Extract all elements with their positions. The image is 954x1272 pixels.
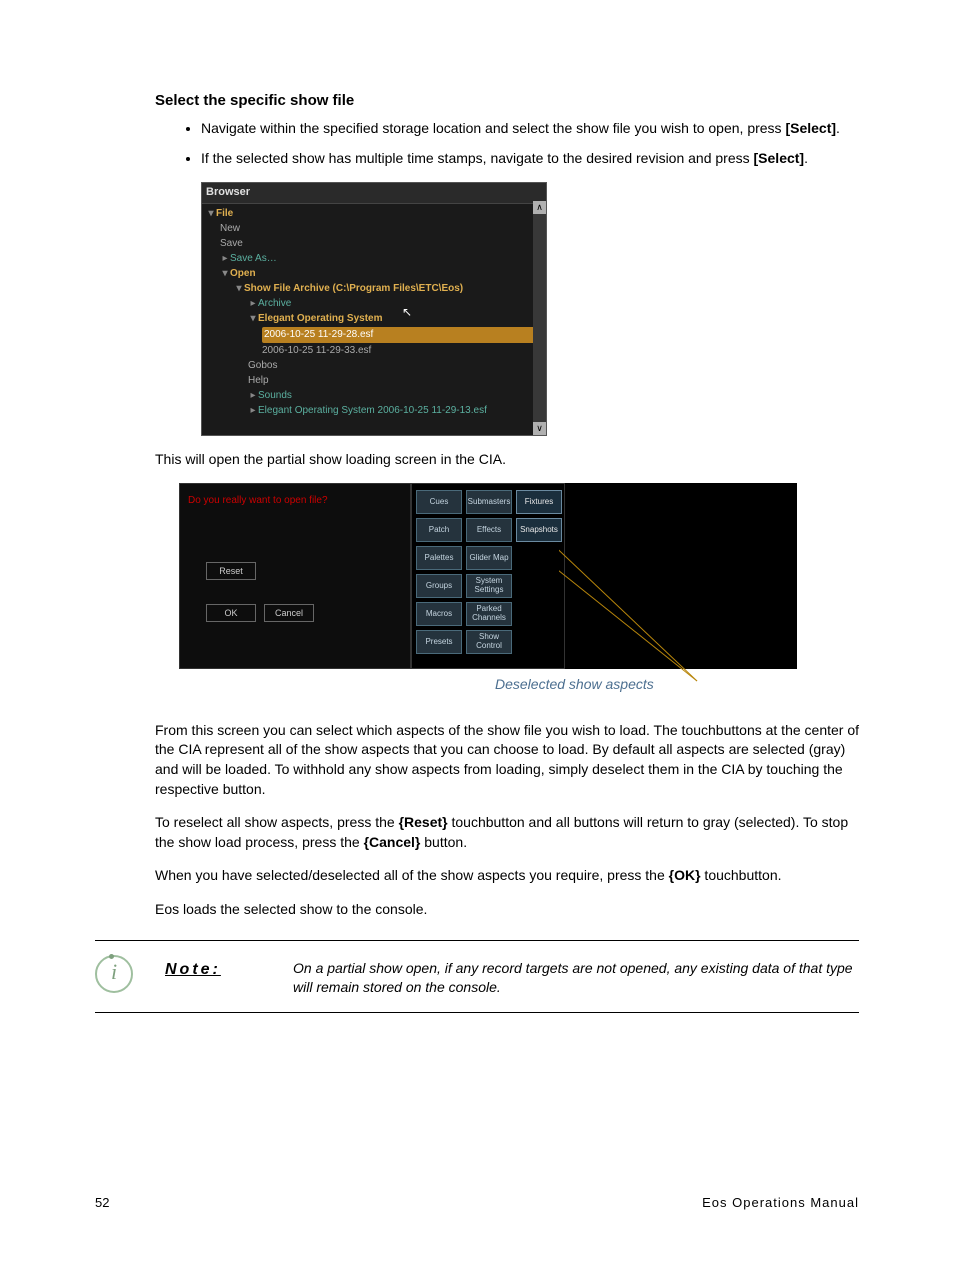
aspect-grid: CuesSubmastersFixtures PatchEffectsSnapsh… — [411, 483, 565, 669]
softkey-label: {Reset} — [399, 814, 448, 830]
instruction-item: Navigate within the specified storage lo… — [201, 119, 859, 139]
aspect-submasters[interactable]: Submasters — [466, 490, 512, 514]
aspect-glider-map[interactable]: Glider Map — [466, 546, 512, 570]
ok-button[interactable]: OK — [206, 604, 256, 622]
scroll-up-button[interactable]: ∧ — [533, 201, 546, 214]
aspect-patch[interactable]: Patch — [416, 518, 462, 542]
reset-button[interactable]: Reset — [206, 562, 256, 580]
paragraph: Eos loads the selected show to the conso… — [155, 900, 859, 920]
instruction-text: If the selected show has multiple time s… — [201, 150, 754, 166]
softkey-label: {Cancel} — [364, 834, 421, 850]
instruction-list: Navigate within the specified storage lo… — [155, 119, 859, 168]
figure-caption: Deselected show aspects — [495, 676, 654, 692]
instruction-text-post: . — [804, 150, 808, 166]
tree-archive[interactable]: ▸Archive — [206, 297, 542, 311]
softkey-label: {OK} — [669, 867, 701, 883]
footer-title: Eos Operations Manual — [702, 1194, 859, 1212]
key-label: [Select] — [754, 150, 805, 166]
scroll-down-button[interactable]: ∨ — [533, 422, 546, 435]
tree-help[interactable]: Help — [206, 374, 542, 388]
paragraph: When you have selected/deselected all of… — [155, 866, 859, 886]
browser-panel: Browser ▾File New Save ▸Save As… ▾Open ▾… — [201, 182, 547, 435]
instruction-item: If the selected show has multiple time s… — [201, 149, 859, 169]
tree-eos[interactable]: ▾Elegant Operating System — [206, 312, 542, 326]
cancel-button[interactable]: Cancel — [264, 604, 314, 622]
tree-file-selected[interactable]: 2006-10-25 11-29-28.esf ↖ — [206, 327, 542, 343]
tree-gobos[interactable]: Gobos — [206, 359, 542, 373]
aspect-snapshots[interactable]: Snapshots — [516, 518, 562, 542]
tree-new[interactable]: New — [206, 222, 542, 236]
scrollbar[interactable]: ∧ ∨ — [533, 201, 546, 434]
section-heading: Select the specific show file — [155, 90, 859, 111]
tree-archive-path[interactable]: ▾Show File Archive (C:\Program Files\ETC… — [206, 282, 542, 296]
tree-open[interactable]: ▾Open — [206, 267, 542, 281]
aspect-groups[interactable]: Groups — [416, 574, 462, 598]
page-number: 52 — [95, 1194, 109, 1212]
key-label: [Select] — [785, 120, 836, 136]
tree-sounds[interactable]: ▸Sounds — [206, 389, 542, 403]
instruction-text: Navigate within the specified storage lo… — [201, 120, 785, 136]
paragraph: To reselect all show aspects, press the … — [155, 813, 859, 852]
aspect-system-settings[interactable]: System Settings — [466, 574, 512, 598]
note-label: Note: — [165, 955, 245, 981]
instruction-text-post: . — [836, 120, 840, 136]
aspect-show-control[interactable]: Show Control — [466, 630, 512, 654]
info-icon: i — [95, 955, 133, 993]
aspect-presets[interactable]: Presets — [416, 630, 462, 654]
page-footer: 52 Eos Operations Manual — [95, 1194, 859, 1212]
cia-panel: Do you really want to open file? Reset O… — [179, 483, 797, 669]
aspect-effects[interactable]: Effects — [466, 518, 512, 542]
note-block: i Note: On a partial show open, if any r… — [95, 940, 859, 1013]
tree-save[interactable]: Save — [206, 237, 542, 251]
aspect-parked-channels[interactable]: Parked Channels — [466, 602, 512, 626]
paragraph: This will open the partial show loading … — [155, 450, 859, 470]
aspect-cues[interactable]: Cues — [416, 490, 462, 514]
tree-last-row[interactable]: ▸Elegant Operating System 2006-10-25 11-… — [206, 404, 542, 418]
open-file-prompt: Do you really want to open file? — [180, 484, 410, 508]
cia-left-panel: Do you really want to open file? Reset O… — [179, 483, 411, 669]
browser-title: Browser — [202, 183, 546, 203]
aspect-palettes[interactable]: Palettes — [416, 546, 462, 570]
tree-file[interactable]: ▾File — [206, 207, 542, 221]
aspect-macros[interactable]: Macros — [416, 602, 462, 626]
cia-right-panel — [565, 483, 797, 669]
aspect-fixtures[interactable]: Fixtures — [516, 490, 562, 514]
tree-save-as[interactable]: ▸Save As… — [206, 252, 542, 266]
tree-file-row[interactable]: 2006-10-25 11-29-33.esf — [206, 344, 542, 358]
note-text: On a partial show open, if any record ta… — [293, 955, 859, 998]
paragraph: From this screen you can select which as… — [155, 721, 859, 799]
